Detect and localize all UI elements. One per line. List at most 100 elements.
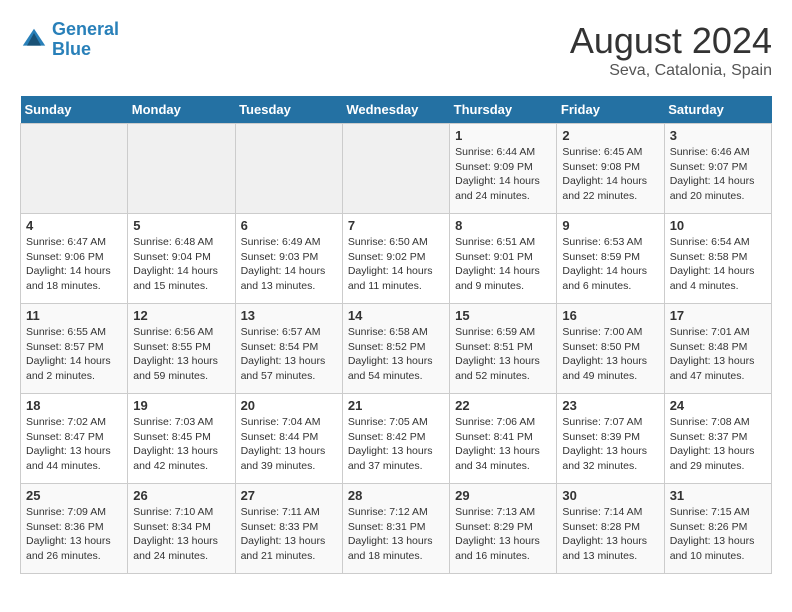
day-number: 28 xyxy=(348,488,444,503)
day-info: Sunrise: 6:50 AMSunset: 9:02 PMDaylight:… xyxy=(348,235,444,294)
day-info: Sunrise: 6:54 AMSunset: 8:58 PMDaylight:… xyxy=(670,235,766,294)
calendar-cell: 30 Sunrise: 7:14 AMSunset: 8:28 PMDayligh… xyxy=(557,484,664,574)
week-row-3: 11 Sunrise: 6:55 AMSunset: 8:57 PMDayligh… xyxy=(21,304,772,394)
day-info: Sunrise: 7:01 AMSunset: 8:48 PMDaylight:… xyxy=(670,325,766,384)
calendar-cell: 26Sunrise: 7:10 AMSunset: 8:34 PMDayligh… xyxy=(128,484,235,574)
weekday-header-row: SundayMondayTuesdayWednesdayThursdayFrid… xyxy=(21,96,772,124)
day-info: Sunrise: 6:59 AMSunset: 8:51 PMDaylight:… xyxy=(455,325,551,384)
day-number: 15 xyxy=(455,308,551,323)
day-info: Sunrise: 6:55 AMSunset: 8:57 PMDaylight:… xyxy=(26,325,122,384)
calendar-cell: 10 Sunrise: 6:54 AMSunset: 8:58 PMDayligh… xyxy=(664,214,771,304)
week-row-5: 25 Sunrise: 7:09 AMSunset: 8:36 PMDayligh… xyxy=(21,484,772,574)
day-number: 30 xyxy=(562,488,658,503)
calendar-cell: 25 Sunrise: 7:09 AMSunset: 8:36 PMDayligh… xyxy=(21,484,128,574)
day-number: 20 xyxy=(241,398,337,413)
day-info: Sunrise: 6:53 AMSunset: 8:59 PMDaylight:… xyxy=(562,235,658,294)
day-number: 17 xyxy=(670,308,766,323)
day-number: 27 xyxy=(241,488,337,503)
day-number: 7 xyxy=(348,218,444,233)
day-number: 10 xyxy=(670,218,766,233)
calendar-cell xyxy=(21,124,128,214)
calendar-cell: 3Sunrise: 6:46 AMSunset: 9:07 PMDaylight… xyxy=(664,124,771,214)
calendar-cell: 27Sunrise: 7:11 AMSunset: 8:33 PMDayligh… xyxy=(235,484,342,574)
weekday-header-friday: Friday xyxy=(557,96,664,124)
calendar-cell: 19 Sunrise: 7:03 AMSunset: 8:45 PMDayligh… xyxy=(128,394,235,484)
day-info: Sunrise: 6:47 AMSunset: 9:06 PMDaylight:… xyxy=(26,235,122,294)
logo: General Blue xyxy=(20,20,119,60)
day-number: 29 xyxy=(455,488,551,503)
calendar-cell: 23 Sunrise: 7:07 AMSunset: 8:39 PMDayligh… xyxy=(557,394,664,484)
calendar-cell: 11 Sunrise: 6:55 AMSunset: 8:57 PMDayligh… xyxy=(21,304,128,394)
calendar-cell: 12 Sunrise: 6:56 AMSunset: 8:55 PMDayligh… xyxy=(128,304,235,394)
day-number: 12 xyxy=(133,308,229,323)
calendar-cell: 7 Sunrise: 6:50 AMSunset: 9:02 PMDaylight… xyxy=(342,214,449,304)
day-number: 11 xyxy=(26,308,122,323)
calendar-cell: 9 Sunrise: 6:53 AMSunset: 8:59 PMDaylight… xyxy=(557,214,664,304)
calendar-cell: 24Sunrise: 7:08 AMSunset: 8:37 PMDayligh… xyxy=(664,394,771,484)
day-number: 6 xyxy=(241,218,337,233)
calendar-cell: 21 Sunrise: 7:05 AMSunset: 8:42 PMDayligh… xyxy=(342,394,449,484)
day-info: Sunrise: 6:49 AMSunset: 9:03 PMDaylight:… xyxy=(241,235,337,294)
day-number: 14 xyxy=(348,308,444,323)
day-info: Sunrise: 6:48 AMSunset: 9:04 PMDaylight:… xyxy=(133,235,229,294)
day-info: Sunrise: 7:03 AMSunset: 8:45 PMDaylight:… xyxy=(133,415,229,474)
calendar-cell: 22 Sunrise: 7:06 AMSunset: 8:41 PMDayligh… xyxy=(450,394,557,484)
logo-line1: General xyxy=(52,19,119,39)
day-number: 3 xyxy=(670,128,766,143)
calendar-table: SundayMondayTuesdayWednesdayThursdayFrid… xyxy=(20,96,772,574)
page-subtitle: Seva, Catalonia, Spain xyxy=(570,62,772,80)
day-info: Sunrise: 7:07 AMSunset: 8:39 PMDaylight:… xyxy=(562,415,658,474)
day-info: Sunrise: 7:14 AMSunset: 8:28 PMDaylight:… xyxy=(562,505,658,564)
calendar-cell: 6 Sunrise: 6:49 AMSunset: 9:03 PMDaylight… xyxy=(235,214,342,304)
calendar-cell: 15 Sunrise: 6:59 AMSunset: 8:51 PMDayligh… xyxy=(450,304,557,394)
calendar-cell: 31Sunrise: 7:15 AMSunset: 8:26 PMDayligh… xyxy=(664,484,771,574)
day-number: 9 xyxy=(562,218,658,233)
weekday-header-sunday: Sunday xyxy=(21,96,128,124)
calendar-cell: 13 Sunrise: 6:57 AMSunset: 8:54 PMDayligh… xyxy=(235,304,342,394)
day-number: 19 xyxy=(133,398,229,413)
day-info: Sunrise: 7:05 AMSunset: 8:42 PMDaylight:… xyxy=(348,415,444,474)
calendar-cell: 29 Sunrise: 7:13 AMSunset: 8:29 PMDayligh… xyxy=(450,484,557,574)
weekday-header-monday: Monday xyxy=(128,96,235,124)
calendar-cell xyxy=(128,124,235,214)
weekday-header-thursday: Thursday xyxy=(450,96,557,124)
day-number: 13 xyxy=(241,308,337,323)
day-number: 25 xyxy=(26,488,122,503)
day-number: 26 xyxy=(133,488,229,503)
calendar-cell xyxy=(235,124,342,214)
day-number: 1 xyxy=(455,128,551,143)
logo-icon xyxy=(20,26,48,54)
day-info: Sunrise: 6:58 AMSunset: 8:52 PMDaylight:… xyxy=(348,325,444,384)
week-row-4: 18Sunrise: 7:02 AMSunset: 8:47 PMDayligh… xyxy=(21,394,772,484)
day-info: Sunrise: 7:00 AMSunset: 8:50 PMDaylight:… xyxy=(562,325,658,384)
day-info: Sunrise: 7:06 AMSunset: 8:41 PMDaylight:… xyxy=(455,415,551,474)
calendar-cell: 2 Sunrise: 6:45 AMSunset: 9:08 PMDaylight… xyxy=(557,124,664,214)
day-info: Sunrise: 6:56 AMSunset: 8:55 PMDaylight:… xyxy=(133,325,229,384)
week-row-2: 4 Sunrise: 6:47 AMSunset: 9:06 PMDaylight… xyxy=(21,214,772,304)
day-info: Sunrise: 6:57 AMSunset: 8:54 PMDaylight:… xyxy=(241,325,337,384)
day-info: Sunrise: 7:08 AMSunset: 8:37 PMDaylight:… xyxy=(670,415,766,474)
calendar-cell: 28Sunrise: 7:12 AMSunset: 8:31 PMDayligh… xyxy=(342,484,449,574)
weekday-header-saturday: Saturday xyxy=(664,96,771,124)
day-number: 23 xyxy=(562,398,658,413)
day-info: Sunrise: 6:51 AMSunset: 9:01 PMDaylight:… xyxy=(455,235,551,294)
logo-text: General Blue xyxy=(52,20,119,60)
header: General Blue August 2024 Seva, Catalonia… xyxy=(20,20,772,80)
calendar-cell xyxy=(342,124,449,214)
calendar-cell: 1Sunrise: 6:44 AMSunset: 9:09 PMDaylight… xyxy=(450,124,557,214)
calendar-cell: 4 Sunrise: 6:47 AMSunset: 9:06 PMDaylight… xyxy=(21,214,128,304)
day-number: 21 xyxy=(348,398,444,413)
day-info: Sunrise: 7:13 AMSunset: 8:29 PMDaylight:… xyxy=(455,505,551,564)
day-number: 2 xyxy=(562,128,658,143)
weekday-header-wednesday: Wednesday xyxy=(342,96,449,124)
day-info: Sunrise: 6:45 AMSunset: 9:08 PMDaylight:… xyxy=(562,145,658,204)
calendar-cell: 14 Sunrise: 6:58 AMSunset: 8:52 PMDayligh… xyxy=(342,304,449,394)
day-number: 22 xyxy=(455,398,551,413)
page-title: August 2024 xyxy=(570,20,772,62)
day-number: 4 xyxy=(26,218,122,233)
day-number: 5 xyxy=(133,218,229,233)
day-info: Sunrise: 7:02 AMSunset: 8:47 PMDaylight:… xyxy=(26,415,122,474)
day-info: Sunrise: 7:09 AMSunset: 8:36 PMDaylight:… xyxy=(26,505,122,564)
day-info: Sunrise: 7:04 AMSunset: 8:44 PMDaylight:… xyxy=(241,415,337,474)
calendar-cell: 16Sunrise: 7:00 AMSunset: 8:50 PMDayligh… xyxy=(557,304,664,394)
